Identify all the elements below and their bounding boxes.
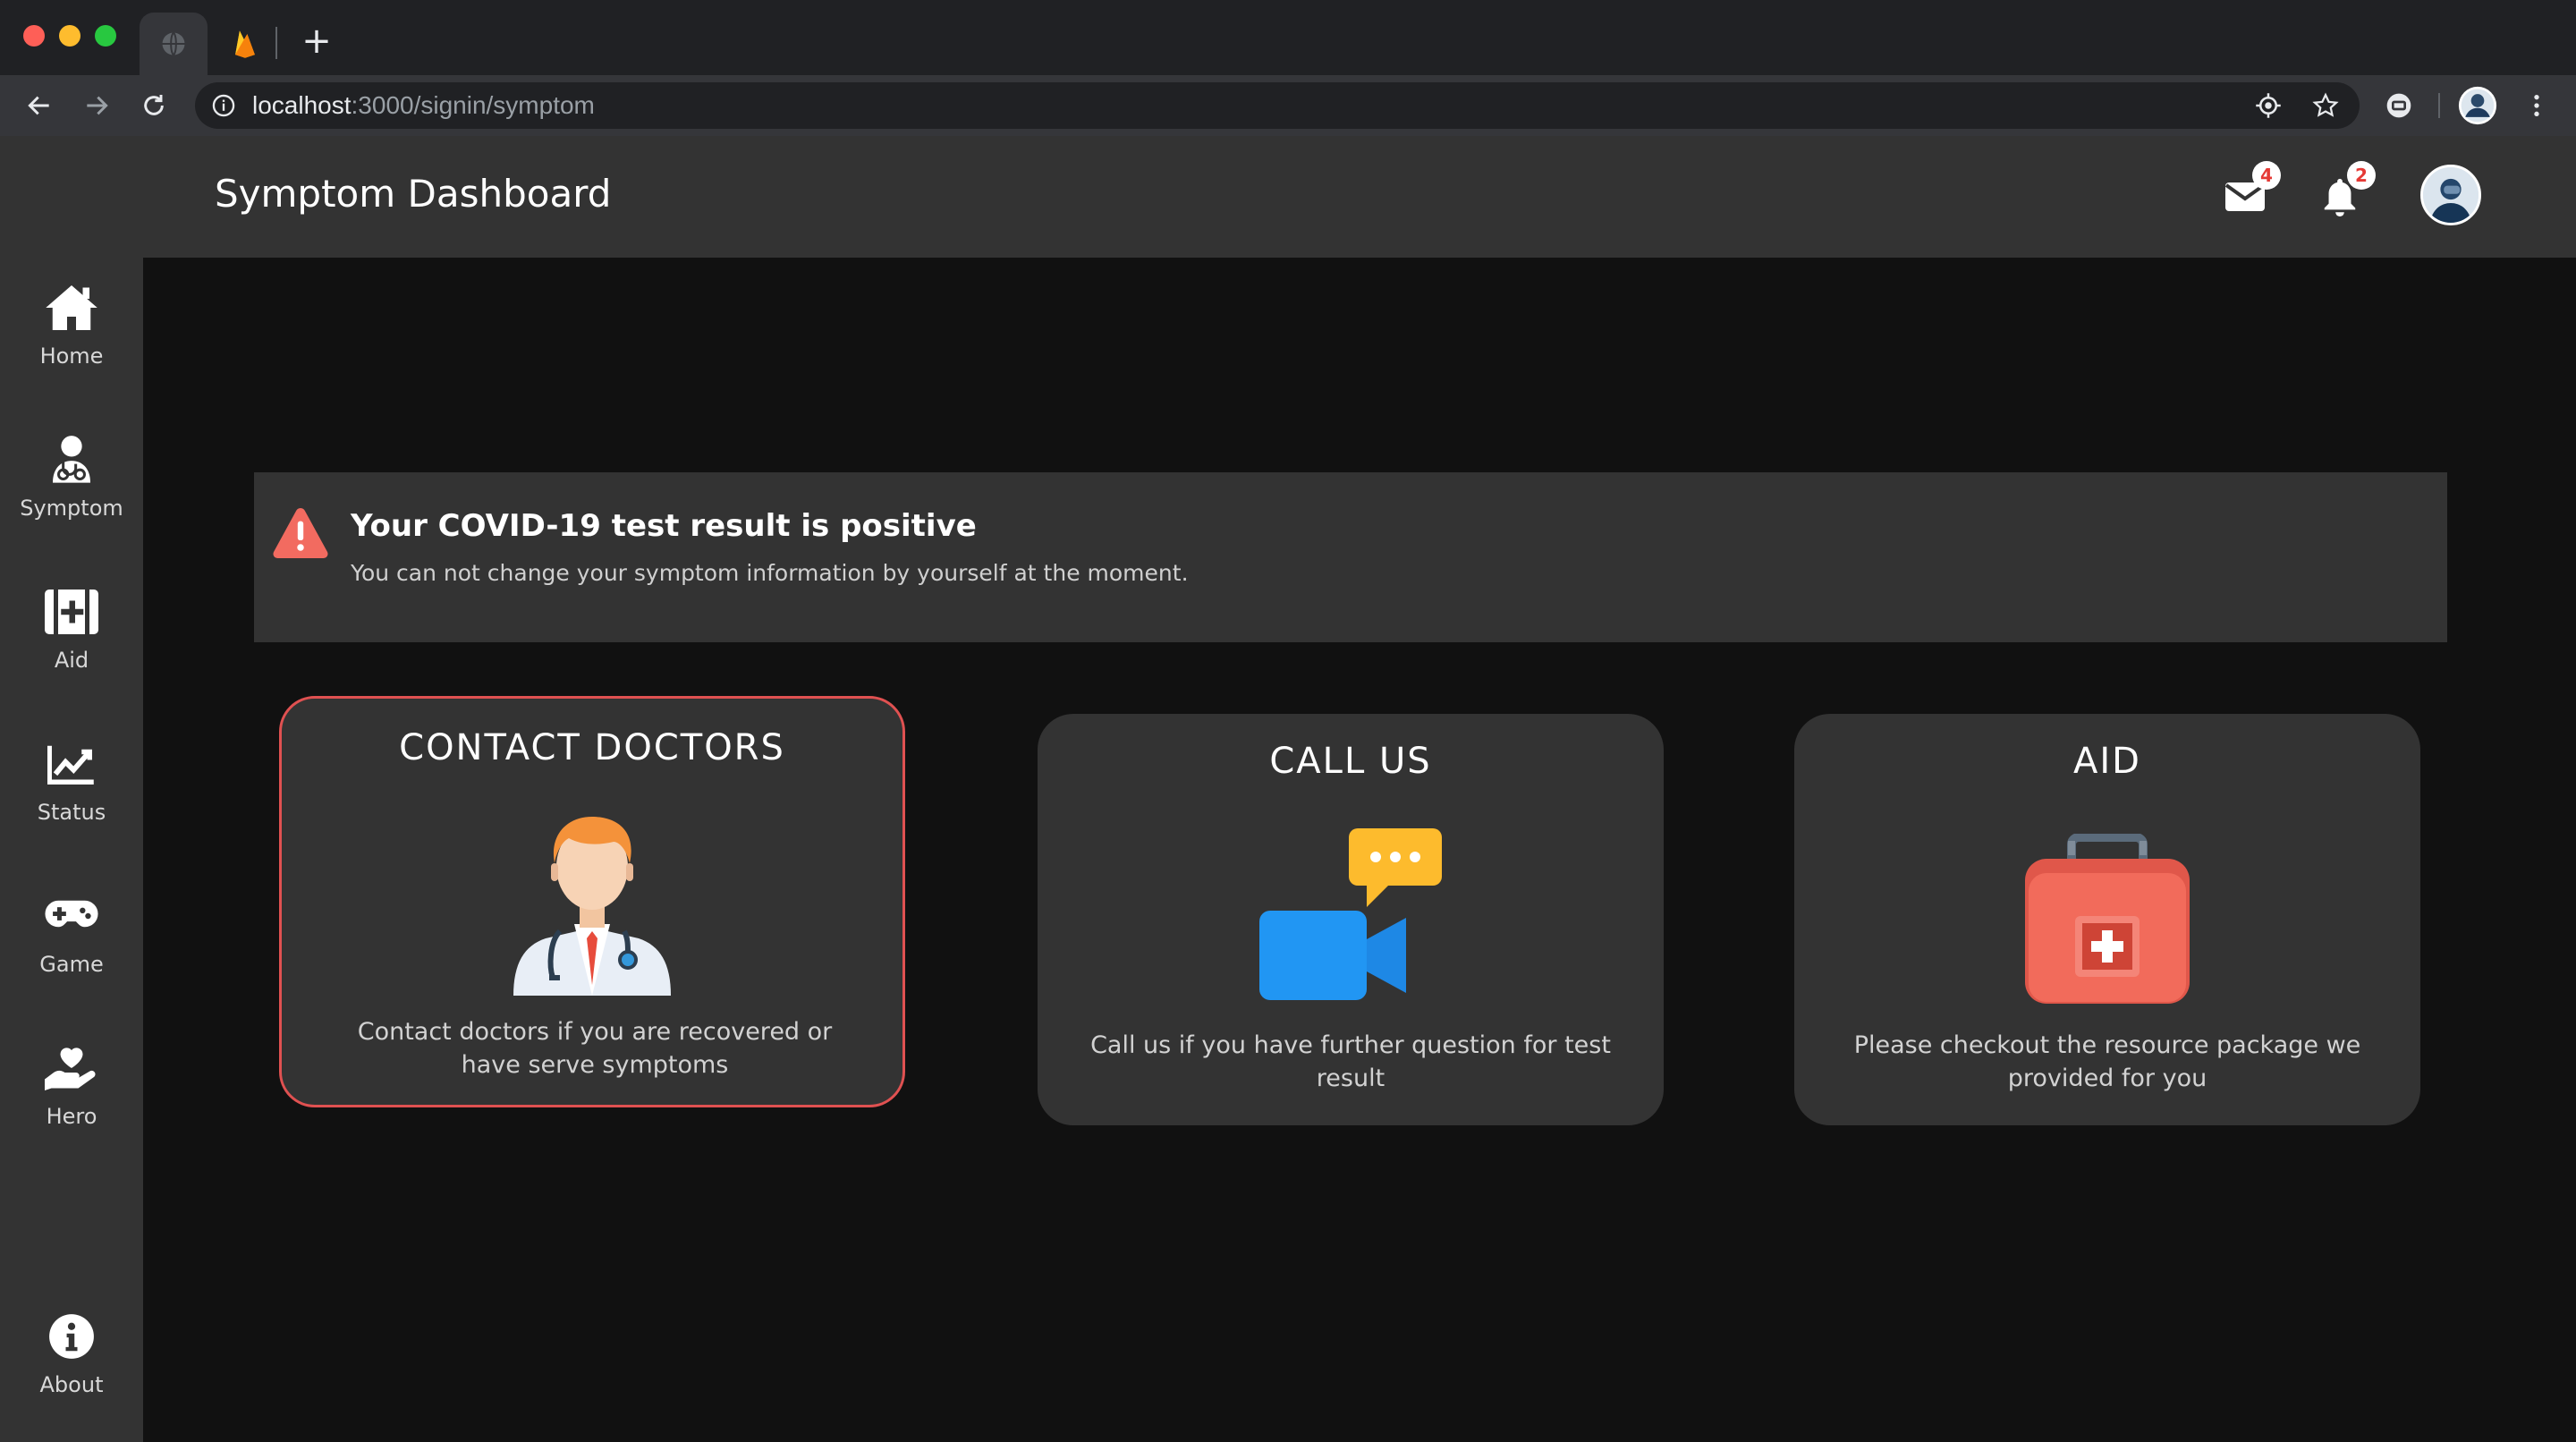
- card-title: CALL US: [1269, 741, 1432, 782]
- reload-icon: [144, 95, 164, 115]
- star-icon: [2312, 92, 2339, 117]
- address-bar[interactable]: localhost:3000/signin/symptom: [195, 82, 2360, 129]
- sidebar-item-symptom[interactable]: Symptom: [0, 431, 143, 556]
- app-header: Symptom Dashboard 4 2: [143, 136, 2576, 258]
- sidebar-item-aid[interactable]: Aid: [0, 583, 143, 708]
- first-aid-kit-icon: [2025, 834, 2190, 1004]
- sidebar: Home Symptom Aid Status Game Hero About: [0, 136, 143, 1442]
- profile-avatar-icon: [2458, 86, 2497, 125]
- sidebar-item-status[interactable]: Status: [0, 735, 143, 861]
- symptom-icon: [43, 431, 100, 488]
- call-us-card[interactable]: CALL US Call us if you have further ques…: [1038, 714, 1664, 1125]
- page-title: Symptom Dashboard: [215, 172, 612, 216]
- sidebar-item-home[interactable]: Home: [0, 279, 143, 404]
- bookmark-button[interactable]: [2309, 89, 2342, 122]
- hand-heart-icon: [43, 1039, 100, 1097]
- arrow-right-icon: [87, 96, 108, 115]
- tab-divider: [275, 27, 277, 59]
- url-path: :3000/signin/symptom: [351, 91, 595, 119]
- sidebar-item-label: Hero: [46, 1104, 97, 1129]
- aid-card[interactable]: AID Please checkout the resource package…: [1794, 714, 2420, 1125]
- alert-title: Your COVID-19 test result is positive: [351, 508, 977, 544]
- more-vertical-icon: [2534, 95, 2539, 116]
- browser-menu-button[interactable]: [2517, 86, 2556, 125]
- maximize-window-button[interactable]: [95, 25, 116, 47]
- url-host: localhost: [252, 91, 352, 119]
- sidebar-item-label: Game: [39, 952, 104, 977]
- alert-message: You can not change your symptom informat…: [351, 560, 1189, 586]
- card-description: Please checkout the resource package we …: [1853, 1031, 2361, 1092]
- browser-tab-globe[interactable]: [140, 13, 208, 75]
- minimize-window-button[interactable]: [59, 25, 80, 47]
- new-tab-button[interactable]: +: [295, 20, 338, 63]
- info-icon: [43, 1308, 100, 1365]
- sidebar-item-label: Symptom: [20, 496, 123, 521]
- browser-toolbar: localhost:3000/signin/symptom: [0, 75, 2576, 136]
- reload-button[interactable]: [132, 84, 175, 127]
- sidebar-item-label: Status: [37, 800, 106, 825]
- arrow-left-icon: [28, 96, 49, 115]
- video-call-icon: [1259, 828, 1442, 1000]
- first-aid-icon: [43, 583, 100, 640]
- mail-button[interactable]: 4: [2216, 161, 2281, 225]
- sidebar-item-about[interactable]: About: [0, 1308, 143, 1433]
- notifications-button[interactable]: 2: [2311, 161, 2376, 225]
- user-avatar[interactable]: [2420, 165, 2481, 225]
- extension-button[interactable]: [2379, 86, 2419, 125]
- site-info-icon[interactable]: [211, 93, 236, 118]
- sidebar-item-label: Aid: [54, 648, 89, 673]
- avatar-image: [2423, 167, 2479, 223]
- warning-icon: [273, 508, 328, 558]
- gamepad-icon: [43, 887, 100, 945]
- location-target-icon: [2256, 93, 2281, 118]
- firebase-icon: [235, 30, 255, 58]
- sidebar-item-label: About: [39, 1372, 104, 1397]
- alert-banner: Your COVID-19 test result is positive Yo…: [254, 472, 2447, 642]
- close-window-button[interactable]: [23, 25, 45, 47]
- forward-button[interactable]: [75, 84, 118, 127]
- chart-icon: [43, 735, 100, 793]
- location-button[interactable]: [2252, 89, 2284, 122]
- browser-tab-firebase[interactable]: [211, 13, 279, 75]
- extension-icon: [2386, 93, 2411, 118]
- home-icon: [43, 279, 100, 336]
- notification-count-badge: 2: [2347, 161, 2376, 190]
- contact-doctors-card[interactable]: CONTACT DOCTORS Contact doctors if you a…: [279, 696, 905, 1107]
- sidebar-item-hero[interactable]: Hero: [0, 1039, 143, 1165]
- mail-count-badge: 4: [2252, 161, 2281, 190]
- doctor-icon: [513, 817, 671, 996]
- profile-button[interactable]: [2458, 86, 2497, 125]
- globe-icon: [162, 31, 185, 56]
- toolbar-divider: [2438, 93, 2440, 118]
- card-description: Contact doctors if you are recovered or …: [357, 1018, 833, 1079]
- sidebar-item-game[interactable]: Game: [0, 887, 143, 1013]
- url-text[interactable]: localhost:3000/signin/symptom: [252, 91, 595, 120]
- browser-tab-strip: +: [0, 0, 2576, 75]
- card-description: Call us if you have further question for…: [1090, 1031, 1611, 1092]
- card-title: CONTACT DOCTORS: [399, 727, 785, 768]
- back-button[interactable]: [18, 84, 61, 127]
- app-root: Home Symptom Aid Status Game Hero About …: [0, 136, 2576, 1442]
- card-title: AID: [2073, 741, 2141, 782]
- sidebar-item-label: Home: [39, 344, 104, 369]
